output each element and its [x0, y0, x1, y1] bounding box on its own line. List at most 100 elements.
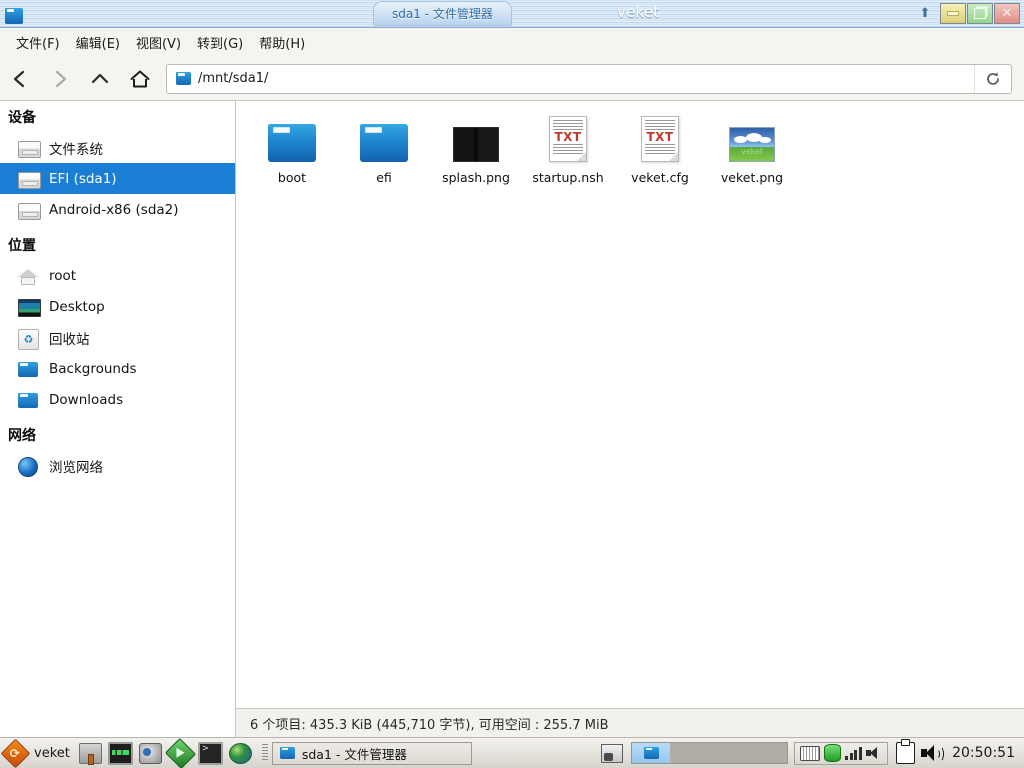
- text-document-icon: TXT: [636, 114, 684, 162]
- menu-go[interactable]: 转到(G): [189, 30, 251, 55]
- refresh-button[interactable]: [974, 64, 1011, 93]
- folder-icon: [268, 114, 316, 162]
- sidebar-item-backgrounds[interactable]: Backgrounds: [0, 353, 235, 384]
- file-grid: boot efi splash.png TXT startup.nsh TXT …: [236, 101, 1024, 191]
- up-button[interactable]: [80, 59, 120, 99]
- statusbar-text: 6 个项目: 435.3 KiB (445,710 字节), 可用空间 : 25…: [250, 717, 609, 733]
- sidebar-item-desktop[interactable]: Desktop: [0, 291, 235, 322]
- file-item-efi[interactable]: efi: [338, 110, 430, 191]
- folder-icon: [18, 390, 40, 410]
- sidebar-item-trash[interactable]: ♻ 回收站: [0, 322, 235, 353]
- chevron-left-icon: [13, 70, 25, 87]
- folder-icon: [279, 747, 295, 759]
- sidebar-item-label: 浏览网络: [49, 459, 103, 476]
- globe-icon: [18, 456, 40, 477]
- toolbar: /mnt/sda1/: [0, 57, 1024, 101]
- back-button[interactable]: [0, 59, 40, 99]
- drive-icon: [18, 169, 41, 189]
- file-item-veket-cfg[interactable]: TXT veket.cfg: [614, 110, 706, 191]
- file-label: splash.png: [442, 170, 510, 185]
- menu-help[interactable]: 帮助(H): [251, 30, 313, 55]
- keyboard-icon[interactable]: [800, 745, 821, 761]
- forward-button[interactable]: [40, 59, 80, 99]
- workspace-4[interactable]: [749, 743, 788, 763]
- chevron-right-icon: [55, 70, 67, 87]
- volume-small-icon[interactable]: [866, 746, 882, 760]
- window-controls: ⬆ ✕: [915, 0, 1024, 28]
- menubar: 文件(F) 编辑(E) 视图(V) 转到(G) 帮助(H): [0, 28, 1024, 57]
- shade-window-icon[interactable]: ⬆: [915, 4, 935, 24]
- text-document-icon: TXT: [544, 114, 592, 162]
- menu-view[interactable]: 视图(V): [128, 30, 189, 55]
- sidebar-item-label: 回收站: [49, 331, 90, 348]
- sidebar-section-places-title: 位置: [8, 238, 36, 254]
- close-icon: ✕: [1001, 6, 1013, 21]
- system-tray: [794, 741, 889, 765]
- play-icon: [165, 737, 197, 768]
- launcher-browser[interactable]: [228, 741, 254, 765]
- folder-icon: [18, 359, 40, 379]
- image-watermark-label: veket: [740, 147, 764, 156]
- workspace-pager[interactable]: [631, 742, 789, 764]
- paint-icon: [79, 742, 103, 765]
- file-item-veket-png[interactable]: veket veket.png: [706, 110, 798, 191]
- workspace-2[interactable]: [671, 743, 711, 763]
- path-bar[interactable]: /mnt/sda1/: [166, 63, 1012, 94]
- clock[interactable]: 20:50:51: [952, 745, 1024, 761]
- window-tab[interactable]: sda1 - 文件管理器: [373, 0, 512, 26]
- file-item-splash-png[interactable]: splash.png: [430, 110, 522, 191]
- sidebar-item-root[interactable]: root: [0, 260, 235, 291]
- taskbar: ⟳ veket sda1 - 文件管理器: [0, 737, 1024, 768]
- file-item-boot[interactable]: boot: [246, 110, 338, 191]
- start-menu-button[interactable]: ⟳ veket: [0, 738, 76, 768]
- signal-icon[interactable]: [845, 746, 862, 760]
- folder-icon: [360, 114, 408, 162]
- sidebar-item-label: Backgrounds: [49, 360, 137, 377]
- sidebar-item-browse-network[interactable]: 浏览网络: [0, 450, 235, 481]
- home-icon: [130, 70, 150, 87]
- sidebar: 设备 文件系统 EFI (sda1) Android-x86 (sda2) 位置…: [0, 101, 235, 737]
- window-tab-label: sda1 - 文件管理器: [392, 6, 493, 21]
- speaker-icon[interactable]: [921, 744, 945, 762]
- home-icon: [18, 266, 40, 286]
- sidebar-item-efi-sda1[interactable]: EFI (sda1): [0, 163, 235, 194]
- close-button[interactable]: ✕: [994, 3, 1020, 24]
- sidebar-item-label: EFI (sda1): [49, 170, 117, 187]
- launcher-play[interactable]: [165, 737, 197, 768]
- file-item-startup-nsh[interactable]: TXT startup.nsh: [522, 110, 614, 191]
- titlebar: sda1 - 文件管理器 veket ⬆ ✕: [0, 0, 1024, 28]
- menu-file[interactable]: 文件(F): [8, 30, 68, 55]
- media-player-icon: [139, 742, 163, 764]
- trash-icon: ♻: [18, 328, 40, 350]
- maximize-button[interactable]: [967, 3, 993, 24]
- path-input[interactable]: /mnt/sda1/: [198, 71, 974, 86]
- launcher-media-player[interactable]: [138, 741, 164, 765]
- disk-icon[interactable]: [824, 744, 842, 762]
- system-monitor-icon: [108, 741, 134, 765]
- launcher-paint[interactable]: [78, 741, 104, 765]
- launcher-terminal[interactable]: [198, 741, 224, 765]
- file-list-pane[interactable]: boot efi splash.png TXT startup.nsh TXT …: [236, 101, 1024, 708]
- clipboard-icon[interactable]: [896, 739, 916, 764]
- menu-edit[interactable]: 编辑(E): [68, 30, 128, 55]
- sidebar-item-label: Android-x86 (sda2): [49, 201, 179, 218]
- launcher-system-monitor[interactable]: [108, 741, 134, 765]
- sidebar-item-android-x86-sda2[interactable]: Android-x86 (sda2): [0, 194, 235, 225]
- sidebar-section-devices-title: 设备: [8, 110, 36, 126]
- sidebar-item-label: Desktop: [49, 298, 105, 315]
- sidebar-item-downloads[interactable]: Downloads: [0, 384, 235, 415]
- sidebar-item-filesystem[interactable]: 文件系统: [0, 132, 235, 163]
- minimize-button[interactable]: [940, 3, 966, 24]
- workspace-3[interactable]: [710, 743, 750, 763]
- file-label: boot: [277, 170, 307, 185]
- screenshot-tool-button[interactable]: [599, 741, 625, 765]
- screenshot-icon: [601, 743, 624, 763]
- sidebar-item-label: Downloads: [49, 391, 124, 408]
- drive-icon: [18, 200, 41, 220]
- taskbar-window-button-sda1[interactable]: sda1 - 文件管理器: [271, 741, 472, 765]
- workspace-1[interactable]: [632, 743, 672, 763]
- start-menu-label: veket: [34, 745, 70, 761]
- sidebar-item-label: 文件系统: [49, 141, 103, 158]
- taskbar-grip-handle[interactable]: [261, 744, 268, 762]
- home-button[interactable]: [120, 59, 160, 99]
